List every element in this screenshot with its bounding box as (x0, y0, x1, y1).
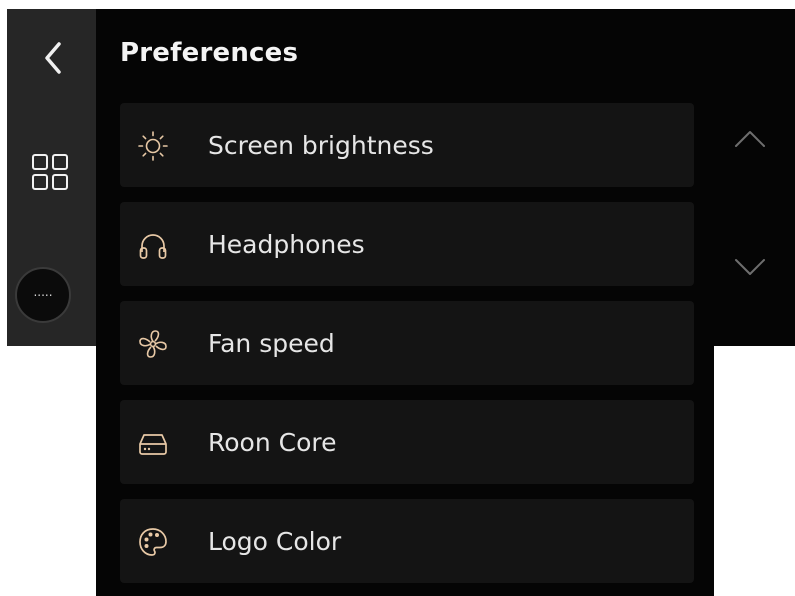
scroll-up-button[interactable] (730, 124, 770, 154)
sun-icon (136, 129, 170, 163)
chevron-left-icon (45, 42, 61, 74)
grid-icon (32, 154, 68, 190)
palette-icon (136, 525, 170, 559)
list-item-headphones[interactable]: Headphones (120, 202, 694, 286)
more-button-dots: ..... (33, 285, 53, 299)
list-item-label: Screen brightness (208, 131, 434, 160)
list-item-label: Roon Core (208, 428, 337, 457)
headphones-icon (136, 228, 170, 262)
list-item-label: Headphones (208, 230, 365, 259)
drive-icon (136, 426, 170, 460)
list-item-fan-speed[interactable]: Fan speed (120, 301, 694, 385)
sidebar: ..... (7, 9, 96, 346)
list-item-label: Logo Color (208, 527, 342, 556)
scroll-down-button[interactable] (730, 252, 770, 282)
list-item-label: Fan speed (208, 329, 335, 358)
fan-icon (136, 327, 170, 361)
apps-grid-button[interactable] (29, 151, 73, 195)
back-button[interactable] (37, 38, 69, 78)
page-title: Preferences (120, 38, 299, 68)
list-item-roon-core[interactable]: Roon Core (120, 400, 694, 484)
list-item-screen-brightness[interactable]: Screen brightness (120, 103, 694, 187)
chevron-down-icon (735, 259, 765, 275)
more-button[interactable]: ..... (15, 267, 71, 323)
chevron-up-icon (735, 131, 765, 147)
list-item-logo-color[interactable]: Logo Color (120, 499, 694, 583)
